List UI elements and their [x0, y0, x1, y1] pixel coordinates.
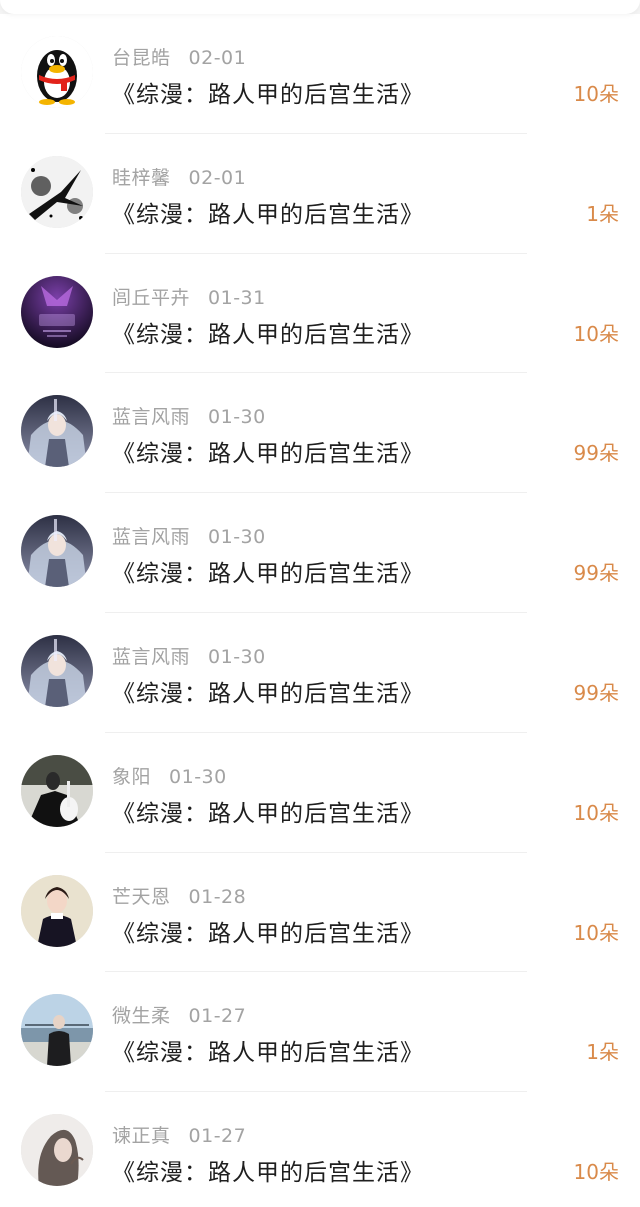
- gift-record-row[interactable]: 蓝言风雨 01-30 《综漫：路人甲的后宫生活》 99朵: [0, 613, 640, 733]
- anime-girl-icon: [21, 634, 93, 707]
- record-date: 01-31: [208, 286, 266, 309]
- gift-record-list: 台昆皓 02-01 《综漫：路人甲的后宫生活》 10朵 眭梓馨 02-01 《综漫：路人甲…: [0, 14, 640, 1207]
- user-name[interactable]: 眭梓馨: [112, 167, 171, 189]
- gift-record-row[interactable]: 眭梓馨 02-01 《综漫：路人甲的后宫生活》 1朵: [0, 134, 640, 254]
- avatar[interactable]: [21, 155, 93, 228]
- avatar[interactable]: [21, 515, 93, 588]
- avatar[interactable]: [21, 395, 93, 468]
- anime-girl-icon: [21, 395, 93, 468]
- user-name[interactable]: 蓝言风雨: [112, 646, 190, 668]
- record-date: 01-30: [208, 645, 266, 668]
- book-title[interactable]: 《综漫：路人甲的后宫生活》: [112, 914, 424, 948]
- user-name[interactable]: 芒天恩: [112, 886, 171, 908]
- record-meta: 蓝言风雨 01-30: [112, 522, 266, 549]
- record-meta: 蓝言风雨 01-30: [112, 642, 266, 669]
- book-title[interactable]: 《综漫：路人甲的后宫生活》: [112, 674, 424, 708]
- book-title[interactable]: 《综漫：路人甲的后宫生活》: [112, 794, 424, 828]
- avatar[interactable]: [21, 754, 93, 827]
- book-title[interactable]: 《综漫：路人甲的后宫生活》: [112, 1033, 424, 1067]
- flower-amount: 1朵: [586, 201, 619, 226]
- avatar[interactable]: [21, 634, 93, 707]
- girl-portrait-icon: [21, 874, 93, 947]
- book-title[interactable]: 《综漫：路人甲的后宫生活》: [112, 75, 424, 109]
- flower-amount: 99朵: [573, 561, 619, 586]
- user-name[interactable]: 象阳: [112, 766, 151, 788]
- sketch-girl-icon: [21, 1114, 93, 1187]
- record-meta: 象阳 01-30: [112, 762, 227, 789]
- record-meta: 台昆皓 02-01: [112, 43, 246, 70]
- gemini-poster-icon: [21, 275, 93, 348]
- user-name[interactable]: 闾丘平卉: [112, 287, 190, 309]
- user-name[interactable]: 蓝言风雨: [112, 526, 190, 548]
- gift-record-row[interactable]: 微生柔 01-27 《综漫：路人甲的后宫生活》 1朵: [0, 972, 640, 1093]
- gift-record-row[interactable]: 谏正真 01-27 《综漫：路人甲的后宫生活》 10朵: [0, 1092, 640, 1207]
- record-meta: 闾丘平卉 01-31: [112, 283, 266, 310]
- record-date: 01-30: [208, 526, 266, 549]
- record-meta: 眭梓馨 02-01: [112, 163, 246, 190]
- gift-record-row[interactable]: 蓝言风雨 01-30 《综漫：路人甲的后宫生活》 99朵: [0, 373, 640, 494]
- penguin-icon: [21, 36, 93, 108]
- flower-amount: 10朵: [573, 800, 619, 825]
- record-date: 01-30: [208, 406, 266, 429]
- gift-record-row[interactable]: 象阳 01-30 《综漫：路人甲的后宫生活》 10朵: [0, 733, 640, 853]
- gift-record-row[interactable]: 蓝言风雨 01-30 《综漫：路人甲的后宫生活》 99朵: [0, 493, 640, 613]
- flower-amount: 10朵: [573, 321, 619, 346]
- avatar[interactable]: [21, 994, 93, 1067]
- flower-amount: 1朵: [586, 1040, 619, 1065]
- record-date: 01-27: [188, 1005, 247, 1028]
- gift-record-row[interactable]: 台昆皓 02-01 《综漫：路人甲的后宫生活》 10朵: [0, 14, 640, 134]
- book-title[interactable]: 《综漫：路人甲的后宫生活》: [112, 554, 424, 588]
- record-date: 01-28: [188, 885, 247, 908]
- record-date: 02-01: [188, 166, 247, 189]
- user-name[interactable]: 台昆皓: [112, 47, 171, 69]
- anime-girl-icon: [21, 515, 93, 588]
- flower-amount: 10朵: [573, 82, 619, 106]
- user-name[interactable]: 谏正真: [112, 1125, 171, 1147]
- header-card-edge: [0, 0, 640, 14]
- record-date: 01-30: [169, 765, 227, 788]
- avatar[interactable]: [21, 36, 93, 108]
- avatar[interactable]: [21, 1114, 93, 1187]
- gift-record-row[interactable]: 闾丘平卉 01-31 《综漫：路人甲的后宫生活》 10朵: [0, 254, 640, 374]
- record-meta: 蓝言风雨 01-30: [112, 402, 266, 429]
- record-meta: 芒天恩 01-28: [112, 882, 246, 909]
- avatar[interactable]: [21, 874, 93, 947]
- record-date: 02-01: [188, 47, 247, 69]
- book-title[interactable]: 《综漫：路人甲的后宫生活》: [112, 1153, 424, 1187]
- guitar-girl-icon: [21, 754, 93, 827]
- record-meta: 谏正真 01-27: [112, 1121, 246, 1148]
- book-title[interactable]: 《综漫：路人甲的后宫生活》: [112, 434, 424, 468]
- seaside-person-icon: [21, 994, 93, 1067]
- book-title[interactable]: 《综漫：路人甲的后宫生活》: [112, 315, 424, 349]
- gift-record-row[interactable]: 芒天恩 01-28 《综漫：路人甲的后宫生活》 10朵: [0, 853, 640, 973]
- flower-amount: 99朵: [573, 441, 619, 466]
- book-title[interactable]: 《综漫：路人甲的后宫生活》: [112, 195, 424, 229]
- ink-swallow-icon: [21, 155, 93, 228]
- flower-amount: 10朵: [573, 920, 619, 945]
- avatar[interactable]: [21, 275, 93, 348]
- user-name[interactable]: 微生柔: [112, 1005, 171, 1027]
- record-date: 01-27: [188, 1125, 247, 1148]
- record-meta: 微生柔 01-27: [112, 1001, 246, 1028]
- user-name[interactable]: 蓝言风雨: [112, 406, 190, 428]
- gift-record-page: 台昆皓 02-01 《综漫：路人甲的后宫生活》 10朵 眭梓馨 02-01 《综漫：路人甲…: [0, 0, 640, 1207]
- flower-amount: 99朵: [573, 680, 619, 705]
- flower-amount: 10朵: [573, 1160, 619, 1185]
